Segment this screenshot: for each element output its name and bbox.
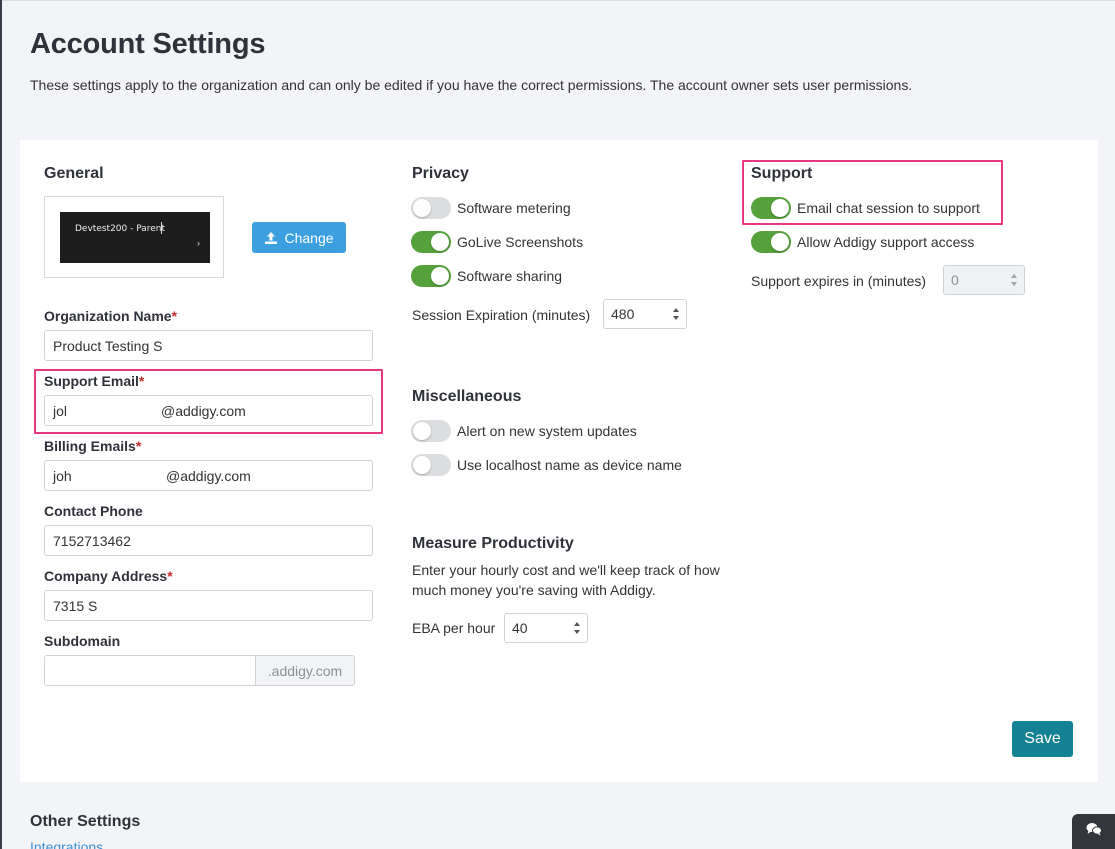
company-address-label: Company Address* (44, 568, 173, 584)
alert-system-updates-toggle[interactable] (411, 420, 451, 442)
chat-button[interactable] (1072, 814, 1115, 849)
support-highlight (742, 160, 1003, 225)
privacy-section-title: Privacy (412, 165, 469, 182)
support-expires-input[interactable]: 0 (943, 265, 1025, 295)
logo-arrow-icon: › (197, 238, 200, 248)
eba-per-hour-input[interactable]: 40 (504, 613, 588, 643)
company-address-input[interactable]: 7315 S (44, 590, 373, 621)
localhost-device-name-toggle[interactable] (411, 454, 451, 476)
alert-system-updates-label: Alert on new system updates (457, 423, 637, 439)
allow-support-access-label: Allow Addigy support access (797, 234, 975, 250)
eba-per-hour-spinner-icon[interactable] (573, 621, 581, 635)
organization-name-input[interactable]: Product Testing S (44, 330, 373, 361)
golive-screenshots-toggle[interactable] (411, 231, 451, 253)
page-title: Account Settings (30, 28, 266, 60)
change-logo-button[interactable]: Change (252, 222, 346, 253)
session-expiration-input[interactable]: 480 (603, 299, 687, 329)
top-border (0, 0, 1115, 1)
subdomain-label: Subdomain (44, 633, 121, 649)
allow-support-access-toggle[interactable] (751, 231, 791, 253)
software-sharing-label: Software sharing (457, 268, 563, 284)
session-expiration-label: Session Expiration (minutes) (412, 307, 591, 323)
software-sharing-toggle[interactable] (411, 265, 451, 287)
golive-screenshots-label: GoLive Screenshots (457, 234, 584, 250)
general-section-title: General (44, 165, 104, 182)
change-logo-label: Change (284, 229, 334, 246)
left-border (0, 0, 2, 849)
software-metering-label: Software metering (457, 200, 571, 216)
chat-icon (1086, 822, 1102, 841)
subdomain-input[interactable] (44, 655, 256, 686)
session-expiration-spinner-icon[interactable] (672, 307, 680, 321)
organization-logo: Devtest200 - Parent › (44, 196, 224, 278)
eba-per-hour-label: EBA per hour (412, 620, 496, 636)
productivity-description: Enter your hourly cost and we'll keep tr… (412, 562, 720, 598)
productivity-section-title: Measure Productivity (412, 535, 574, 552)
other-settings-title: Other Settings (30, 813, 141, 830)
support-email-highlight (34, 369, 383, 434)
software-metering-toggle[interactable] (411, 197, 451, 219)
logo-text: Devtest200 - Parent (75, 224, 166, 234)
contact-phone-input[interactable]: 7152713462 (44, 525, 373, 556)
support-expires-spinner-icon[interactable] (1010, 273, 1018, 287)
save-button[interactable]: Save (1012, 721, 1073, 757)
organization-name-label: Organization Name* (44, 308, 178, 324)
localhost-device-name-label: Use localhost name as device name (457, 457, 682, 473)
billing-emails-input[interactable]: joh @addigy.com (44, 460, 373, 491)
subdomain-suffix: .addigy.com (255, 655, 355, 686)
integrations-link[interactable]: Integrations (30, 839, 103, 849)
logo-caret (161, 222, 162, 234)
upload-icon (264, 231, 278, 245)
support-expires-label: Support expires in (minutes) (751, 273, 927, 289)
billing-emails-label: Billing Emails* (44, 438, 142, 454)
misc-section-title: Miscellaneous (412, 388, 522, 405)
page-description: These settings apply to the organization… (30, 77, 913, 93)
logo-image: Devtest200 - Parent › (60, 212, 210, 263)
contact-phone-label: Contact Phone (44, 503, 143, 519)
